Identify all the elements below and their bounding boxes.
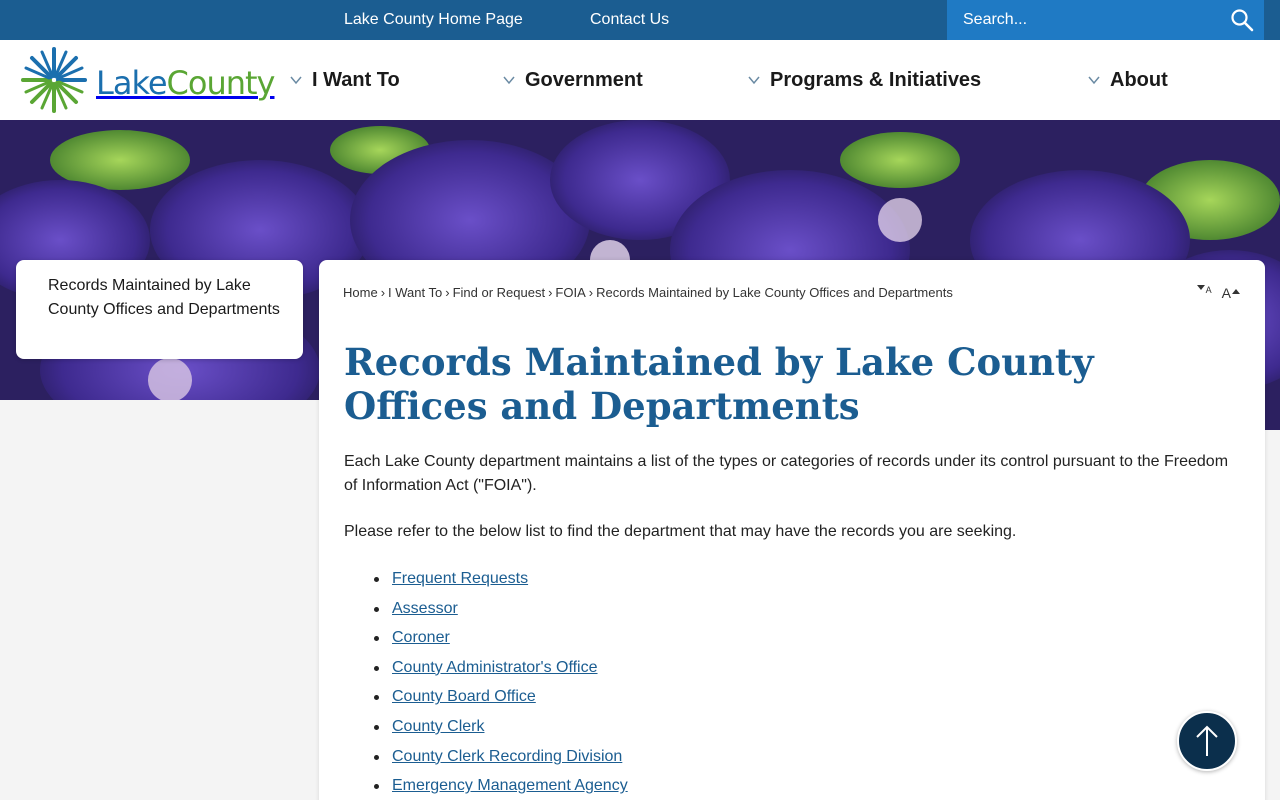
increase-font-button[interactable]: A	[1222, 285, 1241, 301]
breadcrumb-current: Records Maintained by Lake County Office…	[596, 285, 953, 300]
page-title: Records Maintained by Lake County Office…	[344, 340, 1094, 428]
triangle-up-icon	[1232, 289, 1240, 294]
decrease-font-button[interactable]: A	[1196, 285, 1212, 301]
back-to-top-button[interactable]	[1177, 711, 1237, 771]
chevron-down-icon	[503, 76, 515, 85]
chevron-down-icon	[290, 76, 302, 85]
breadcrumb-foia[interactable]: FOIA	[555, 285, 585, 300]
dept-link-assessor[interactable]: Assessor	[392, 600, 458, 617]
chevron-down-icon	[748, 76, 760, 85]
breadcrumb: Home › I Want To › Find or Request › FOIA › Reco…	[343, 285, 953, 300]
nav-label: About	[1110, 68, 1168, 91]
side-nav: Records Maintained by Lake County Office…	[16, 260, 303, 359]
site-header: LakeCounty I Want To Government Programs…	[0, 40, 1280, 120]
breadcrumb-find-or-request[interactable]: Find or Request	[453, 285, 546, 300]
side-nav-item-records[interactable]: Records Maintained by Lake County Office…	[48, 274, 283, 322]
list-item: County Clerk Recording Division	[374, 745, 628, 775]
nav-label: Government	[525, 68, 643, 91]
search-input[interactable]	[947, 0, 1217, 40]
list-item: County Administrator's Office	[374, 656, 628, 686]
dept-link-county-clerk[interactable]: County Clerk	[392, 718, 484, 735]
dept-link-emergency-management[interactable]: Emergency Management Agency	[392, 777, 628, 794]
breadcrumb-home[interactable]: Home	[343, 285, 378, 300]
main-content: Home › I Want To › Find or Request › FOIA › Reco…	[319, 260, 1265, 800]
department-list: Frequent Requests Assessor Coroner Count…	[374, 567, 628, 800]
utility-bar: Lake County Home Page Contact Us	[0, 0, 1280, 40]
breadcrumb-i-want-to[interactable]: I Want To	[388, 285, 442, 300]
breadcrumb-separator: ›	[548, 285, 553, 300]
intro-paragraph: Each Lake County department maintains a …	[344, 453, 1229, 494]
nav-about[interactable]: About	[1086, 40, 1168, 120]
nav-programs-initiatives[interactable]: Programs & Initiatives	[746, 40, 981, 120]
font-size-controls: A A	[1196, 285, 1241, 301]
dept-link-county-board[interactable]: County Board Office	[392, 688, 536, 705]
list-item: Frequent Requests	[374, 567, 628, 597]
sidebar-area	[0, 400, 320, 800]
triangle-down-icon	[1196, 285, 1205, 290]
list-item: Assessor	[374, 597, 628, 627]
breadcrumb-separator: ›	[445, 285, 450, 300]
dept-link-county-clerk-recording[interactable]: County Clerk Recording Division	[392, 748, 622, 765]
chevron-down-icon	[1088, 76, 1100, 85]
search-icon[interactable]	[1228, 6, 1256, 34]
dept-link-coroner[interactable]: Coroner	[392, 629, 450, 646]
breadcrumb-separator: ›	[588, 285, 594, 300]
dept-link-frequent-requests[interactable]: Frequent Requests	[392, 570, 528, 587]
contact-us-link[interactable]: Contact Us	[590, 0, 669, 40]
list-item: Coroner	[374, 626, 628, 656]
arrow-up-icon	[1196, 725, 1218, 756]
list-item: County Board Office	[374, 685, 628, 715]
lake-county-logo[interactable]: LakeCounty	[20, 46, 275, 119]
nav-label: Programs & Initiatives	[770, 68, 982, 91]
nav-i-want-to[interactable]: I Want To	[288, 40, 400, 120]
instruction-paragraph: Please refer to the below list to find t…	[344, 523, 1017, 540]
nav-government[interactable]: Government	[501, 40, 643, 120]
starburst-logo-icon	[20, 46, 88, 119]
nav-label: I Want To	[312, 68, 400, 91]
search-box	[947, 0, 1264, 40]
list-item: County Clerk	[374, 715, 628, 745]
logo-wordmark: LakeCounty	[96, 63, 275, 102]
list-item: Emergency Management Agency	[374, 774, 628, 800]
dept-link-county-administrator[interactable]: County Administrator's Office	[392, 659, 598, 676]
home-page-link[interactable]: Lake County Home Page	[344, 0, 523, 40]
breadcrumb-separator: ›	[380, 285, 386, 300]
